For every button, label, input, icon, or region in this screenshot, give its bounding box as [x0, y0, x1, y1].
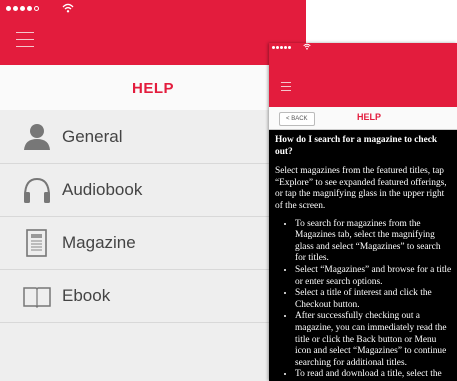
- list-item: To search for magazines from the Magazin…: [295, 219, 453, 265]
- list-item: To read and download a title, select the…: [295, 369, 453, 381]
- wifi-icon: [62, 3, 74, 17]
- menu-icon[interactable]: [16, 32, 34, 53]
- help-item-label: Magazine: [62, 233, 136, 252]
- page-title: HELP: [131, 80, 174, 97]
- help-item-label: Audiobook: [62, 180, 143, 199]
- page-title: HELP: [356, 112, 381, 122]
- help-item-magazine[interactable]: Magazine: [0, 216, 306, 270]
- list-item: Select a title of interest and click the…: [295, 288, 453, 311]
- help-article: How do I search for a magazine to check …: [269, 130, 457, 381]
- status-bar: [0, 0, 306, 18]
- menu-icon[interactable]: [281, 82, 291, 94]
- nav-bar: [269, 53, 457, 107]
- status-bar: [269, 43, 457, 53]
- help-item-general[interactable]: General: [0, 110, 306, 164]
- help-item-audiobook[interactable]: Audiobook: [0, 163, 306, 217]
- article-question: How do I search for a magazine to check …: [275, 135, 438, 157]
- wifi-icon: [303, 43, 311, 53]
- help-item-label: Ebook: [62, 286, 111, 305]
- phone-screen-help-menu: HELP General Audiobook Magazine Ebook: [0, 0, 306, 381]
- list-item: After successfully checking out a magazi…: [295, 311, 453, 369]
- help-item-label: General: [62, 127, 123, 146]
- magazine-icon: [22, 229, 52, 257]
- article-intro: Select magazines from the featured title…: [275, 166, 447, 211]
- book-icon: [22, 282, 52, 310]
- article-steps: To search for magazines from the Magazin…: [275, 219, 453, 381]
- page-header: < BACK HELP: [269, 107, 457, 130]
- phone-screen-help-article: < BACK HELP How do I search for a magazi…: [269, 43, 457, 381]
- list-item: Select “Magazines” and browse for a titl…: [295, 265, 453, 288]
- help-item-ebook[interactable]: Ebook: [0, 269, 306, 323]
- person-icon: [22, 123, 52, 151]
- help-category-list: General Audiobook Magazine Ebook: [0, 110, 306, 381]
- nav-bar: [0, 18, 306, 65]
- headphones-icon: [22, 176, 52, 204]
